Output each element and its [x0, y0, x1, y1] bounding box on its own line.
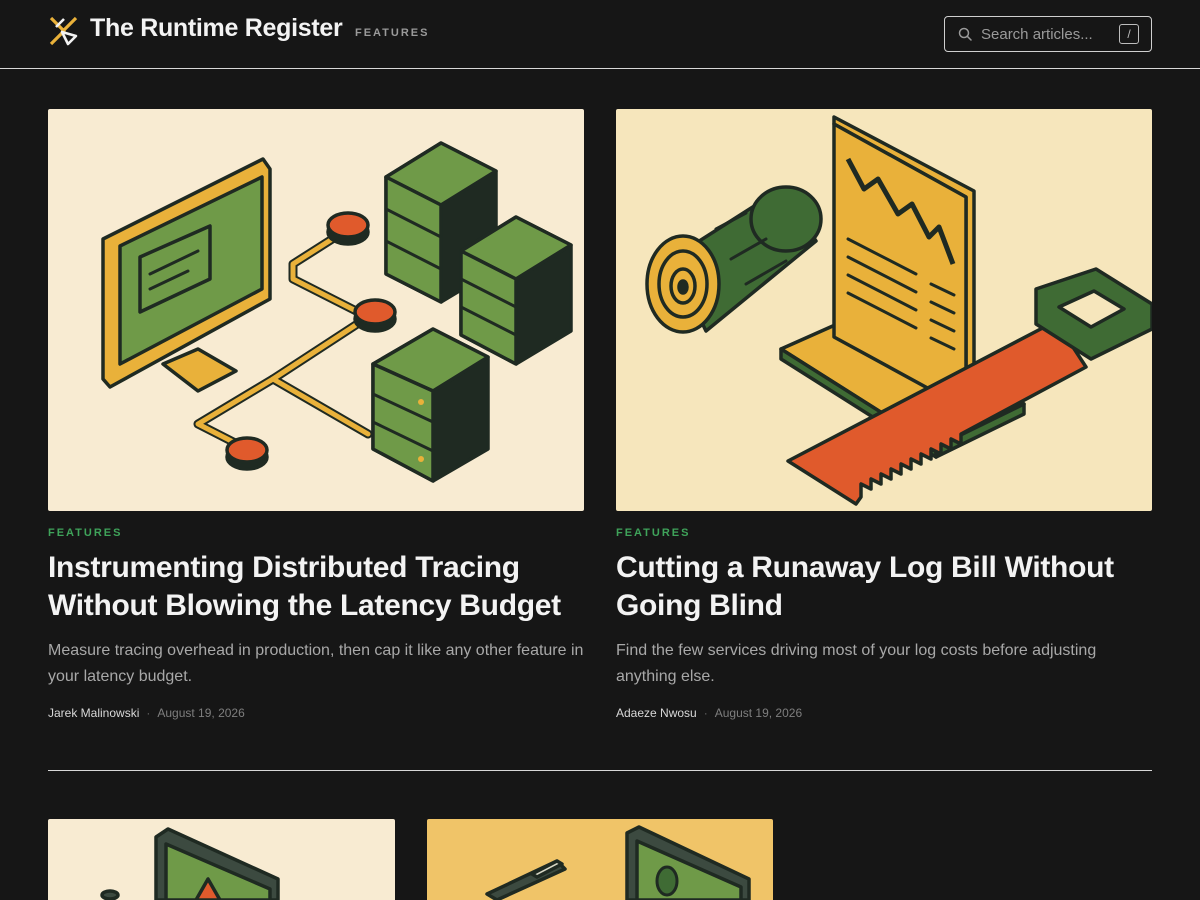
meta-separator: ·	[703, 706, 708, 720]
search-input[interactable]	[981, 24, 1113, 44]
article-title[interactable]: Cutting a Runaway Log Bill Without Going…	[616, 549, 1152, 625]
article-excerpt: Measure tracing overhead in production, …	[48, 642, 584, 685]
article-author[interactable]: Jarek Malinowski	[48, 706, 139, 720]
article-title[interactable]: Instrumenting Distributed Tracing Withou…	[48, 549, 584, 625]
logo-icon[interactable]	[48, 14, 80, 46]
meta-separator: ·	[146, 706, 151, 720]
article-meta: Adaeze Nwosu · August 19, 2026	[616, 706, 802, 720]
search-icon	[958, 27, 972, 41]
search-shortcut-hint: /	[1119, 24, 1139, 44]
search-box[interactable]: /	[944, 16, 1152, 52]
article-thumbnail[interactable]	[48, 819, 395, 900]
section-divider	[48, 770, 1152, 771]
article-author[interactable]: Adaeze Nwosu	[616, 706, 697, 720]
site-title[interactable]: The Runtime Register	[90, 14, 343, 43]
article-excerpt: Find the few services driving most of yo…	[616, 642, 1097, 685]
article-category-tag[interactable]: FEATURES	[48, 527, 122, 539]
article-meta: Jarek Malinowski · August 19, 2026	[48, 706, 245, 720]
nav-link-features[interactable]: FEATURES	[355, 27, 429, 39]
article-image-log-bill[interactable]	[616, 109, 1152, 511]
article-date: August 19, 2026	[157, 706, 245, 720]
article-category-tag[interactable]: FEATURES	[616, 527, 690, 539]
article-thumbnail[interactable]	[427, 819, 773, 900]
site-header: The Runtime Register FEATURES /	[0, 0, 1200, 69]
article-image-tracing[interactable]	[48, 109, 584, 511]
article-date: August 19, 2026	[714, 706, 803, 720]
